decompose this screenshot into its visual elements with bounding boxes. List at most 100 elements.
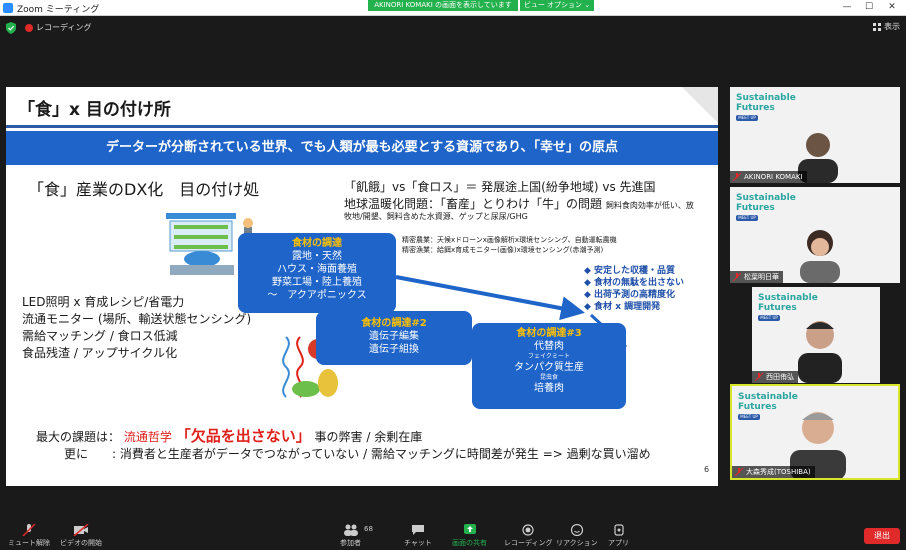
share-screen-button[interactable]: 画面の共有: [452, 524, 487, 548]
secondary-issue-line: 更に : 消費者と生産者がデータでつながっていない / 需給マッチングに時間差が…: [64, 447, 651, 461]
apps-button[interactable]: アプリ: [608, 524, 629, 548]
muted-mic-icon: [735, 468, 743, 476]
heading-left: 「食」産業のDX化 目の付け処: [28, 180, 260, 199]
sf-logo-text: Sustainable Futures: [736, 93, 796, 113]
sourcing-box-3: 食材の調達#3 代替肉 フェイクミート タンパク質生産 昆虫食 培養肉: [472, 323, 626, 409]
box2-line: 遺伝子編集: [369, 331, 419, 342]
box3-line: 代替肉: [534, 341, 564, 352]
issue-emphasis: 「欠品を出さない」: [175, 427, 311, 445]
box1-line: ハウス・海面養殖: [277, 264, 357, 275]
leave-button[interactable]: 退出: [864, 528, 900, 544]
benefit-item: ◆ 安定した収穫・品質: [584, 266, 676, 276]
grid-view-icon[interactable]: [873, 23, 881, 31]
main-issue-line: 最大の課題は： 流通哲学 「欠品を出さない」 事の弊害 / 余剰在庫: [36, 425, 422, 446]
view-options-button[interactable]: ビュー オプション ⌄: [520, 0, 594, 11]
sf-tag: MEET UP: [758, 315, 780, 321]
box2-line: 遺伝子組換: [369, 344, 419, 355]
dx-point: 流通モニター (場所、輸送状態センシング): [22, 312, 252, 326]
slide-banner: データーが分断されている世界、でも人類が最も必要とする資源であり、「幸せ」の原点: [6, 131, 718, 165]
issue-prefix: 最大の課題は：: [36, 430, 121, 444]
sf-logo-text: Sustainable Futures: [758, 293, 818, 313]
box3-title: 食材の調達#3: [516, 328, 582, 339]
zoom-app-icon: [3, 3, 13, 13]
slide-page-number: 6: [704, 465, 710, 474]
title-rule: [6, 125, 718, 128]
benefit-item: ◆ 出荷予測の高精度化: [584, 290, 676, 300]
sourcing-box-1: 食材の調達 露地・天然 ハウス・海面養殖 野菜工場・陸上養殖 〜 アクアポニック…: [238, 233, 396, 313]
reactions-button[interactable]: リアクション: [556, 524, 598, 548]
box3-line: タンパク質生産: [514, 362, 584, 373]
video-button[interactable]: ビデオの開始: [60, 524, 102, 548]
window-titlebar: Zoom ミーティング AKINORI KOMAKI の画面を表示しています ビ…: [0, 0, 906, 16]
participant-name: 大森秀成(TOSHIBA): [732, 466, 815, 478]
muted-mic-icon: [733, 273, 741, 281]
heading-right-2-small: 飼料食肉効率が低い、放: [605, 201, 694, 210]
close-button[interactable]: ✕: [883, 1, 901, 14]
record-icon: [522, 524, 534, 536]
issue-suffix: 事の弊害 / 余剰在庫: [314, 430, 423, 444]
precision-fishery-note: 精密漁業：給餌x育成モニター(画像)x環境センシング(赤潮予測): [402, 246, 604, 254]
minimize-button[interactable]: —: [838, 1, 856, 14]
participant-avatar: [798, 321, 842, 383]
participants-button[interactable]: 参加者: [340, 524, 361, 548]
box1-line: 露地・天然: [292, 251, 342, 262]
box3-line: 培養肉: [534, 383, 564, 394]
box1-line: 野菜工場・陸上養殖: [272, 277, 362, 288]
heading-right-2-main: 地球温暖化問題：「畜産」とりわけ「牛」の問題: [344, 197, 603, 211]
heading-right-3: 牧地/開墾、飼料含めた水資源、ゲップと尿尿/GHG: [344, 212, 528, 221]
sf-logo-text: Sustainable Futures: [736, 193, 796, 213]
participant-name: AKINORI KOMAKI: [730, 171, 807, 183]
precision-agri-note: 精密農業：天候xドローンx画像解析x環境センシング、自動運転農機: [402, 236, 617, 244]
benefit-item: ◆ 食材 x 調理開発: [584, 302, 661, 312]
shield-icon[interactable]: [6, 22, 16, 34]
heading-right-1: 「飢餓」vs「食ロス」＝ 発展途上国(紛争地域) vs 先進国: [344, 180, 656, 194]
record-button[interactable]: レコーディング: [504, 524, 553, 548]
box2-title: 食材の調達#2: [361, 318, 427, 329]
participants-count: 68: [364, 525, 373, 533]
sf-tag: MEET UP: [738, 414, 760, 420]
box3-tiny: 昆虫食: [539, 374, 558, 381]
screen-share-banner: AKINORI KOMAKI の画面を表示しています: [368, 0, 518, 11]
chat-button[interactable]: チャット: [404, 524, 432, 548]
muted-mic-icon: [755, 373, 763, 381]
benefit-item: ◆ 食材の無駄を出さない: [584, 278, 685, 288]
video-off-icon: [73, 524, 89, 536]
meeting-topbar: レコーディング 表示: [0, 16, 906, 40]
slide-title: 「食」x 目の付け所: [18, 100, 171, 120]
people-icon: [343, 524, 358, 536]
dx-point: LED照明 x 育成レシピ/省電力: [22, 295, 185, 309]
recording-label[interactable]: レコーディング: [36, 22, 91, 33]
participant-tile-active-speaker[interactable]: Sustainable Futures MEET UP 大森秀成(TOSHIBA): [730, 384, 900, 480]
view-label[interactable]: 表示: [884, 21, 900, 32]
meeting-toolbar: ミュート解除 ビデオの開始 参加者 68 チャット 画面の共有 レコーディング …: [0, 520, 906, 550]
window-title: Zoom ミーティング: [17, 5, 100, 15]
benefits-list: ◆ 安定した収穫・品質 ◆ 食材の無駄を出さない ◆ 出荷予測の高精度化 ◆ 食…: [584, 265, 684, 313]
slide-corner-decoration: [682, 87, 718, 123]
dx-point: 需給マッチング / 食ロス低減: [22, 329, 178, 343]
dx-points-list: LED照明 x 育成レシピ/省電力 流通モニター (場所、輸送状態センシング) …: [22, 294, 251, 362]
heading-right-2: 地球温暖化問題：「畜産」とりわけ「牛」の問題 飼料食肉効率が低い、放: [344, 195, 694, 212]
box3-tiny: フェイクミート: [528, 353, 570, 360]
sourcing-box-2: 食材の調達#2 遺伝子編集 遺伝子組換: [316, 311, 472, 365]
muted-mic-icon: [733, 173, 741, 181]
share-screen-icon: [463, 524, 476, 534]
issue-red: 流通哲学: [123, 430, 172, 444]
sf-tag: MEET UP: [736, 115, 758, 121]
participant-avatar: [800, 230, 840, 283]
apps-icon: [613, 524, 624, 536]
chat-icon: [411, 525, 424, 535]
sf-tag: MEET UP: [736, 215, 758, 221]
dx-point: 食品残渣 / アップサイクル化: [22, 346, 178, 360]
muted-mic-icon: [22, 524, 36, 536]
participant-tile[interactable]: Sustainable Futures MEET UP AKINORI KOMAK…: [730, 87, 900, 183]
smile-icon: [570, 524, 583, 536]
box1-line: 〜 アクアポニックス: [267, 290, 367, 301]
shared-slide: 「食」x 目の付け所 データーが分断されている世界、でも人類が最も必要とする資源…: [6, 87, 718, 486]
participant-tile[interactable]: Sustainable Futures MEET UP 西田侑弘: [752, 287, 880, 383]
maximize-button[interactable]: ☐: [860, 1, 878, 14]
recording-icon: [25, 24, 33, 32]
arrow-box1-to-goal: [395, 275, 585, 321]
mute-button[interactable]: ミュート解除: [8, 524, 50, 548]
participant-tile[interactable]: Sustainable Futures MEET UP 松葉明日華: [730, 187, 900, 283]
box1-title: 食材の調達: [292, 238, 342, 249]
